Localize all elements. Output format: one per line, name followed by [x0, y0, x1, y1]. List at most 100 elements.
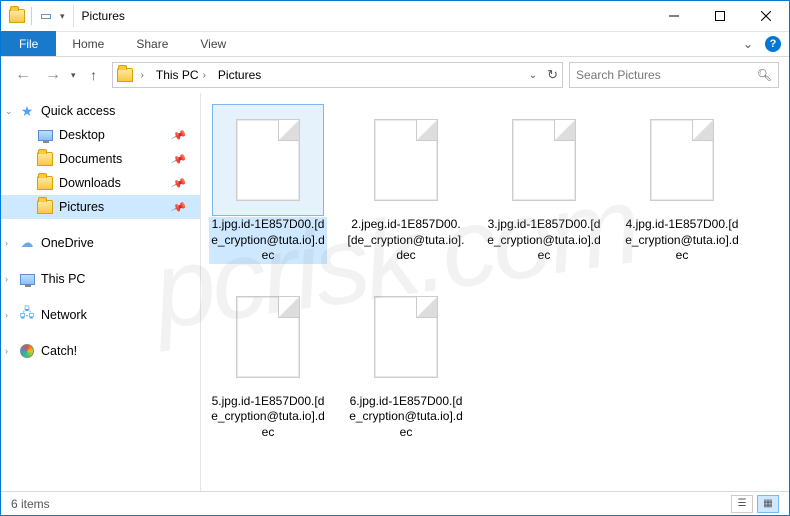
monitor-icon	[19, 271, 35, 287]
sidebar-item-catch[interactable]: › Catch!	[1, 339, 200, 363]
file-thumbnail	[351, 282, 461, 392]
sidebar-item-quick-access[interactable]: ⌄ ★ Quick access	[1, 99, 200, 123]
divider	[73, 5, 74, 27]
chevron-right-icon[interactable]: ›	[141, 70, 144, 81]
navigation-pane: ⌄ ★ Quick access Desktop 📌 Documents 📌 D…	[1, 93, 201, 491]
tab-home[interactable]: Home	[56, 31, 120, 56]
folder-icon	[37, 199, 53, 215]
status-bar: 6 items ☰ ▦	[1, 491, 789, 515]
refresh-icon[interactable]: ↻	[547, 67, 558, 83]
sidebar-item-label: Network	[41, 308, 87, 322]
pin-icon: 📌	[170, 175, 187, 192]
folder-icon	[9, 8, 25, 24]
icons-view-button[interactable]: ▦	[757, 495, 779, 513]
tab-view[interactable]: View	[184, 31, 242, 56]
sidebar-item-label: Catch!	[41, 344, 77, 358]
chevron-right-icon[interactable]: ›	[203, 70, 206, 81]
file-tab[interactable]: File	[1, 31, 56, 56]
expand-icon[interactable]: ›	[5, 346, 8, 356]
cloud-icon: ☁	[19, 235, 35, 251]
search-icon[interactable]: 🔍︎	[757, 68, 772, 82]
file-item[interactable]: 4.jpg.id-1E857D00.[de_cryption@tuta.io].…	[623, 105, 741, 264]
sidebar-item-downloads[interactable]: Downloads 📌	[1, 171, 200, 195]
forward-button: →	[41, 63, 65, 87]
file-item[interactable]: 5.jpg.id-1E857D00.[de_cryption@tuta.io].…	[209, 282, 327, 441]
breadcrumb: Pictures	[214, 66, 265, 84]
file-item[interactable]: 1.jpg.id-1E857D00.[de_cryption@tuta.io].…	[209, 105, 327, 264]
address-bar[interactable]: › This PC › Pictures ⌄ ↻	[112, 62, 563, 88]
file-thumbnail	[489, 105, 599, 215]
address-dropdown-icon[interactable]: ⌄	[529, 70, 537, 81]
pin-icon: 📌	[170, 151, 187, 168]
navigation-row: ← → ▾ ↑ › This PC › Pictures ⌄ ↻ Search P…	[1, 57, 789, 93]
file-item[interactable]: 2.jpeg.id-1E857D00.[de_cryption@tuta.io]…	[347, 105, 465, 264]
sidebar-item-this-pc[interactable]: › This PC	[1, 267, 200, 291]
generic-file-icon	[374, 296, 438, 378]
file-name: 3.jpg.id-1E857D00.[de_cryption@tuta.io].…	[485, 217, 603, 264]
generic-file-icon	[650, 119, 714, 201]
file-name: 4.jpg.id-1E857D00.[de_cryption@tuta.io].…	[623, 217, 741, 264]
file-name: 5.jpg.id-1E857D00.[de_cryption@tuta.io].…	[209, 394, 327, 441]
details-view-button[interactable]: ☰	[731, 495, 753, 513]
desktop-icon	[37, 127, 53, 143]
back-button[interactable]: ←	[11, 63, 35, 87]
expand-icon[interactable]: ›	[5, 274, 8, 284]
file-thumbnail	[351, 105, 461, 215]
maximize-button[interactable]	[697, 1, 743, 32]
expand-icon[interactable]: ⌄	[5, 106, 13, 117]
close-button[interactable]	[743, 1, 789, 32]
sidebar-item-label: Documents	[59, 152, 122, 166]
generic-file-icon	[236, 296, 300, 378]
file-item[interactable]: 6.jpg.id-1E857D00.[de_cryption@tuta.io].…	[347, 282, 465, 441]
search-input[interactable]: Search Pictures 🔍︎	[569, 62, 779, 88]
sidebar-item-label: This PC	[41, 272, 85, 286]
sidebar-item-pictures[interactable]: Pictures 📌	[1, 195, 200, 219]
item-count: 6 items	[11, 497, 50, 511]
file-name: 1.jpg.id-1E857D00.[de_cryption@tuta.io].…	[209, 217, 327, 264]
file-thumbnail	[213, 282, 323, 392]
recent-locations-icon[interactable]: ▾	[71, 70, 76, 81]
tab-share[interactable]: Share	[120, 31, 184, 56]
qat-dropdown-icon[interactable]: ▾	[60, 11, 65, 22]
sidebar-item-documents[interactable]: Documents 📌	[1, 147, 200, 171]
sidebar-item-label: Pictures	[59, 200, 104, 214]
file-item[interactable]: 3.jpg.id-1E857D00.[de_cryption@tuta.io].…	[485, 105, 603, 264]
minimize-button[interactable]	[651, 1, 697, 32]
pin-icon: 📌	[170, 199, 187, 216]
divider	[31, 7, 32, 25]
pin-icon: 📌	[170, 127, 187, 144]
title-bar: ▭ ▾ Pictures	[1, 1, 789, 32]
generic-file-icon	[236, 119, 300, 201]
breadcrumb-label[interactable]: This PC	[156, 68, 199, 82]
sidebar-item-desktop[interactable]: Desktop 📌	[1, 123, 200, 147]
generic-file-icon	[512, 119, 576, 201]
help-icon[interactable]: ?	[765, 36, 781, 52]
generic-file-icon	[374, 119, 438, 201]
properties-icon[interactable]: ▭	[38, 8, 54, 24]
file-name: 6.jpg.id-1E857D00.[de_cryption@tuta.io].…	[347, 394, 465, 441]
disc-icon	[19, 343, 35, 359]
sidebar-item-network[interactable]: › 🖧 Network	[1, 303, 200, 327]
expand-icon[interactable]: ›	[5, 238, 8, 248]
search-placeholder: Search Pictures	[576, 68, 661, 82]
window-title: Pictures	[82, 9, 125, 23]
breadcrumb: This PC ›	[152, 66, 210, 84]
expand-icon[interactable]: ›	[5, 310, 8, 320]
up-button[interactable]: ↑	[82, 63, 106, 87]
file-name: 2.jpeg.id-1E857D00.[de_cryption@tuta.io]…	[347, 217, 465, 264]
star-icon: ★	[19, 103, 35, 119]
collapse-ribbon-icon[interactable]: ⌄	[743, 37, 753, 51]
breadcrumb-label[interactable]: Pictures	[218, 68, 261, 82]
file-list[interactable]: 1.jpg.id-1E857D00.[de_cryption@tuta.io].…	[201, 93, 789, 491]
sidebar-item-label: Downloads	[59, 176, 121, 190]
ribbon: File Home Share View ⌄ ?	[1, 32, 789, 57]
sidebar-item-onedrive[interactable]: › ☁ OneDrive	[1, 231, 200, 255]
file-thumbnail	[627, 105, 737, 215]
folder-icon	[37, 175, 53, 191]
file-thumbnail	[213, 105, 323, 215]
sidebar-item-label: Desktop	[59, 128, 105, 142]
sidebar-item-label: Quick access	[41, 104, 115, 118]
sidebar-item-label: OneDrive	[41, 236, 94, 250]
folder-icon	[117, 67, 133, 83]
folder-icon	[37, 151, 53, 167]
